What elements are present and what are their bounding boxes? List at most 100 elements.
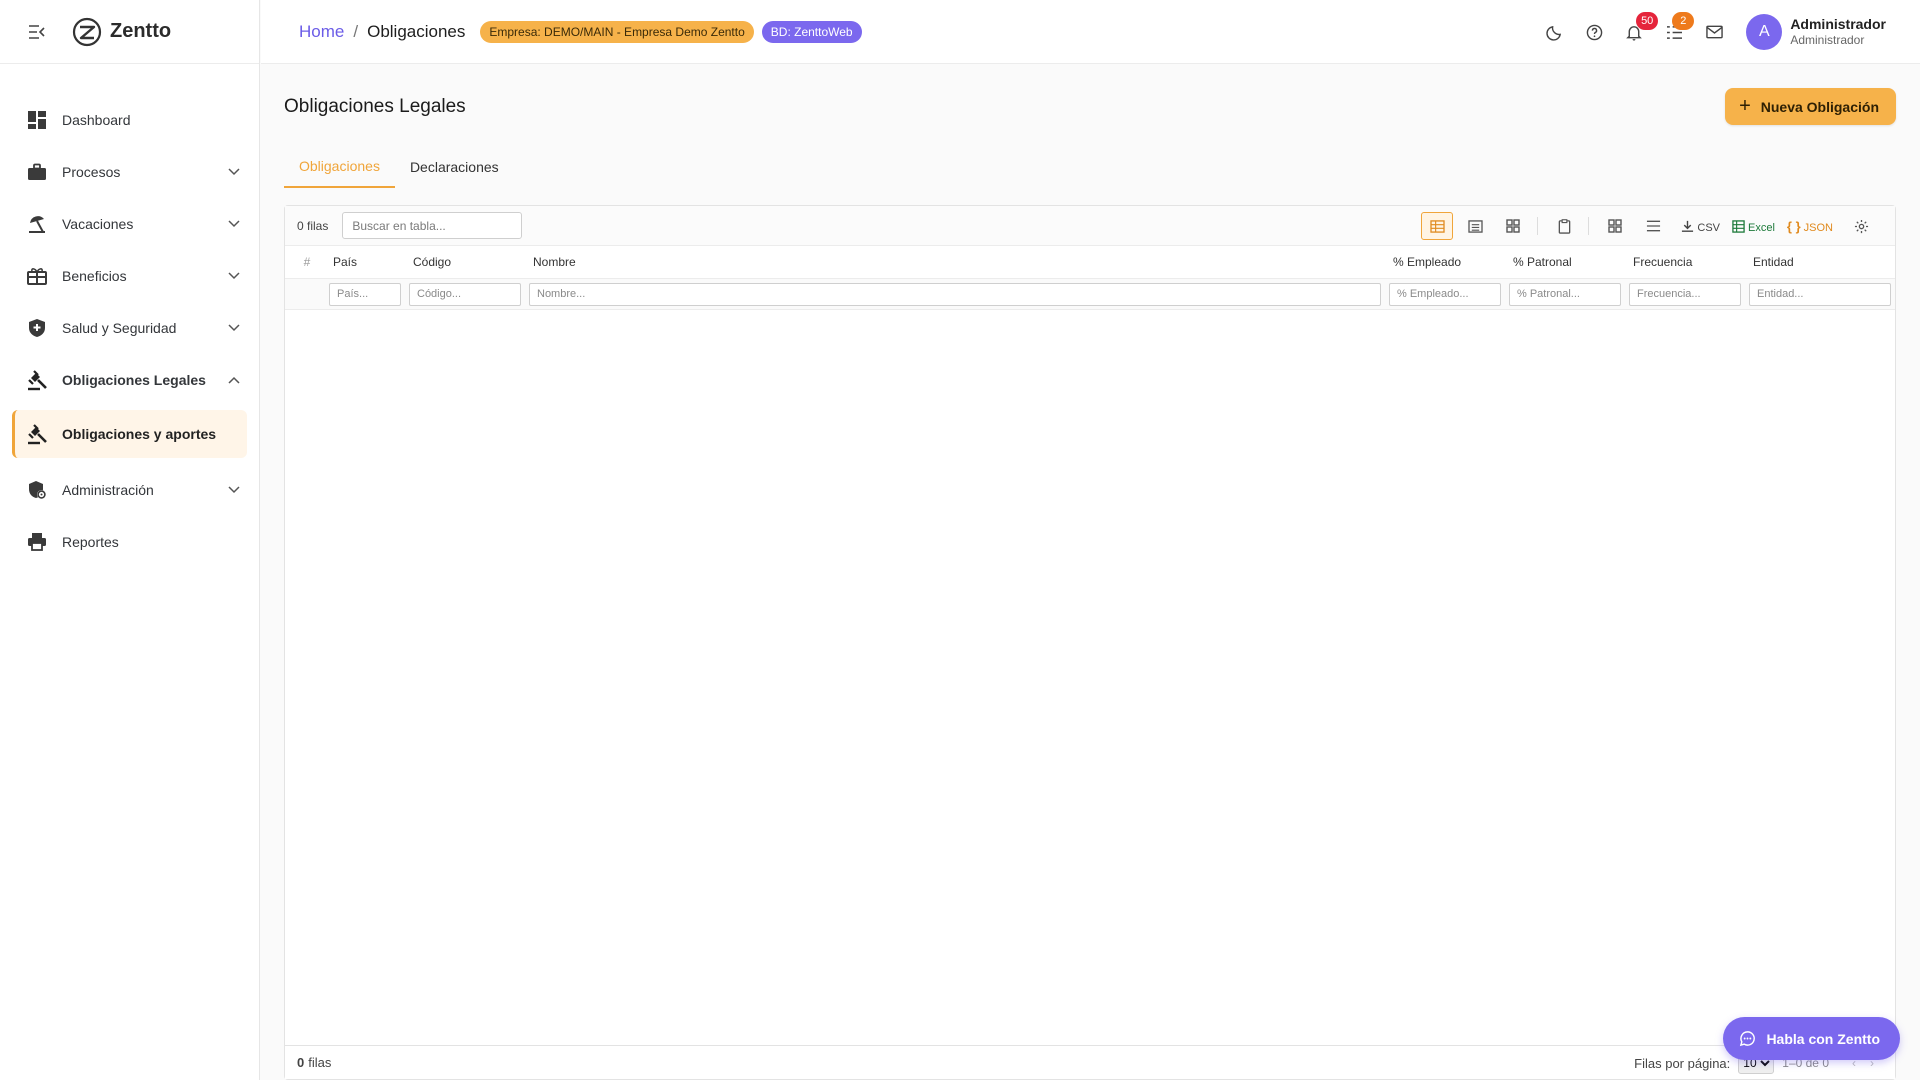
top-bar: Home / Obligaciones Empresa: DEMO/MAIN -…	[261, 0, 1920, 64]
table-body	[285, 310, 1895, 1045]
dark-mode-toggle[interactable]	[1534, 12, 1574, 52]
table-toolbar: 0 filas Buscar en tabla... CSV Excel {}…	[285, 206, 1895, 246]
menu-collapse-icon[interactable]	[28, 23, 46, 41]
export-json-button[interactable]: { } JSON	[1786, 218, 1833, 235]
excel-icon	[1732, 219, 1745, 233]
download-icon	[1682, 220, 1694, 232]
sidebar-item-salud-seguridad[interactable]: Salud y Seguridad	[0, 302, 259, 354]
tab-declaraciones[interactable]: Declaraciones	[395, 146, 514, 188]
gavel-icon	[26, 369, 48, 391]
beach-icon	[26, 213, 48, 235]
tabs: Obligaciones Declaraciones	[284, 146, 514, 188]
sidebar: Zentto Dashboard Procesos Vacaciones Ben…	[0, 0, 260, 1080]
filter-nombre-input[interactable]	[529, 282, 1381, 306]
sidebar-item-reportes[interactable]: Reportes	[0, 516, 259, 568]
data-table: 0 filas Buscar en tabla... CSV Excel {}…	[284, 205, 1896, 1080]
logo-icon[interactable]	[72, 17, 102, 47]
moon-icon	[1546, 25, 1561, 41]
filter-entidad-input[interactable]	[1749, 282, 1891, 306]
export-excel-button[interactable]: Excel	[1732, 218, 1775, 234]
help-button[interactable]	[1574, 12, 1614, 52]
column-header-empleado[interactable]: % Empleado	[1389, 255, 1509, 269]
export-csv-button[interactable]: CSV	[1681, 218, 1720, 234]
table-view-icon	[1430, 219, 1445, 233]
sidebar-item-dashboard[interactable]: Dashboard	[0, 94, 259, 146]
new-obligation-button[interactable]: + Nueva Obligación	[1725, 88, 1896, 125]
chevron-down-icon	[227, 483, 241, 497]
avatar[interactable]: A	[1746, 14, 1783, 50]
column-header-frecuencia[interactable]: Frecuencia	[1629, 255, 1749, 269]
printer-icon	[26, 531, 48, 553]
messages-button[interactable]	[1694, 12, 1734, 52]
sidebar-item-administracion[interactable]: Administración	[0, 464, 259, 516]
toolbar-actions: CSV Excel { } JSON	[1415, 206, 1877, 246]
csv-label: CSV	[1697, 222, 1721, 234]
sidebar-item-label: Salud y Seguridad	[62, 320, 177, 336]
table-header: # País Código Nombre % Empleado % Patron…	[285, 246, 1895, 279]
column-header-codigo[interactable]: Código	[409, 255, 529, 269]
column-header-nombre[interactable]: Nombre	[529, 255, 1389, 269]
footer-row-count: 0	[297, 1055, 305, 1070]
sidebar-item-obligaciones-legales[interactable]: Obligaciones Legales	[0, 354, 259, 406]
tasks-button[interactable]: 2	[1654, 12, 1695, 52]
company-badge: Empresa: DEMO/MAIN - Empresa Demo Zentto	[480, 20, 754, 43]
breadcrumb-separator: /	[353, 21, 359, 41]
row-number-header: #	[303, 255, 311, 269]
sidebar-item-label: Procesos	[62, 164, 121, 180]
copy-button[interactable]	[1548, 212, 1580, 240]
user-info[interactable]: Administrador Administrador	[1790, 16, 1886, 49]
database-badge: BD: ZenttoWeb	[761, 20, 862, 43]
sidebar-subitem-obligaciones-aportes[interactable]: Obligaciones y aportes	[12, 410, 247, 458]
columns-button[interactable]	[1637, 212, 1669, 240]
grid-view-icon	[1506, 219, 1521, 233]
brand-name[interactable]: Zentto	[110, 20, 171, 43]
column-header-entidad[interactable]: Entidad	[1749, 255, 1889, 269]
tab-obligaciones[interactable]: Obligaciones	[284, 146, 395, 188]
footer-row-suffix: filas	[308, 1055, 332, 1070]
filter-pais-input[interactable]	[329, 282, 401, 306]
main-content: Obligaciones Legales + Nueva Obligación …	[284, 64, 1896, 1080]
sidebar-item-label: Beneficios	[62, 268, 127, 284]
density-button[interactable]	[1599, 212, 1631, 240]
filter-frecuencia-input[interactable]	[1629, 282, 1741, 306]
new-obligation-label: Nueva Obligación	[1760, 98, 1879, 115]
breadcrumb-current: Obligaciones	[367, 21, 466, 41]
chat-label: Habla con Zentto	[1766, 1030, 1880, 1047]
table-footer: 0 filas Filas por página: 10 1–0 de 0 ‹ …	[285, 1045, 1895, 1079]
rows-per-page-label: Filas por página:	[1634, 1055, 1731, 1071]
table-search-input[interactable]	[342, 212, 523, 239]
brand-bar: Zentto	[0, 0, 259, 64]
sidebar-nav: Dashboard Procesos Vacaciones Beneficios	[0, 64, 259, 568]
plus-icon: +	[1739, 95, 1751, 117]
sidebar-item-label: Vacaciones	[62, 216, 134, 232]
gavel-icon	[26, 423, 48, 445]
table-settings-button[interactable]	[1845, 212, 1877, 240]
help-icon	[1586, 24, 1603, 40]
grid-view-button[interactable]	[1497, 212, 1529, 240]
filter-empleado-input[interactable]	[1389, 282, 1501, 306]
table-view-button[interactable]	[1421, 212, 1454, 240]
column-header-pais[interactable]: País	[329, 255, 409, 269]
chevron-down-icon	[227, 321, 241, 335]
sidebar-subitem-label: Obligaciones y aportes	[62, 426, 217, 442]
user-name: Administrador	[1790, 15, 1886, 32]
notifications-button[interactable]: 50	[1614, 12, 1659, 52]
filter-codigo-input[interactable]	[409, 282, 521, 306]
sidebar-item-beneficios[interactable]: Beneficios	[0, 250, 259, 302]
admin-icon	[26, 479, 48, 501]
breadcrumb-home[interactable]: Home	[299, 22, 344, 42]
json-label: JSON	[1803, 222, 1833, 234]
chevron-up-icon	[227, 373, 241, 387]
sidebar-item-vacaciones[interactable]: Vacaciones	[0, 198, 259, 250]
chat-assistant-button[interactable]: Habla con Zentto	[1723, 1017, 1900, 1060]
menu-lines-icon	[1646, 220, 1660, 232]
tasks-badge: 2	[1672, 12, 1695, 30]
braces-icon: { }	[1786, 218, 1801, 234]
list-view-button[interactable]	[1459, 212, 1491, 240]
filter-patronal-input[interactable]	[1509, 282, 1621, 306]
gear-icon	[1854, 219, 1868, 233]
sidebar-item-procesos[interactable]: Procesos	[0, 146, 259, 198]
chevron-down-icon	[227, 165, 241, 179]
filter-row	[285, 279, 1895, 310]
column-header-patronal[interactable]: % Patronal	[1509, 255, 1629, 269]
